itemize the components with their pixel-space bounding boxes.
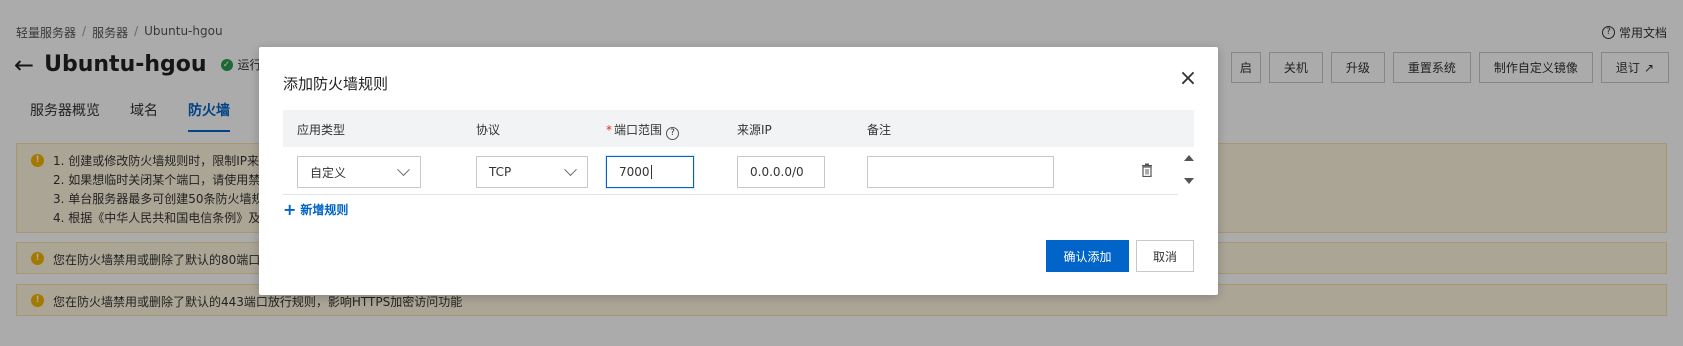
protocol-select[interactable]: TCP — [476, 156, 588, 188]
caret-up-icon[interactable] — [1184, 155, 1194, 161]
chevron-down-icon — [397, 162, 410, 176]
app-type-select[interactable]: 自定义 — [297, 156, 421, 188]
chevron-down-icon — [564, 162, 577, 176]
column-header-protocol: 协议 — [476, 123, 501, 137]
app-type-value: 自定义 — [310, 165, 347, 180]
close-icon[interactable]: × — [1178, 68, 1198, 90]
confirm-add-button[interactable]: 确认添加 — [1046, 240, 1129, 272]
cancel-button[interactable]: 取消 — [1136, 240, 1194, 272]
plus-icon: + — [283, 199, 297, 219]
add-rule-label: 新增规则 — [300, 203, 349, 217]
source-ip-value: 0.0.0.0/0 — [750, 165, 804, 179]
table-header: 应用类型 协议 * 端口范围? 来源IP 备注 — [283, 110, 1194, 147]
table-row: 自定义 TCP 7000 0.0.0.0/0 — [283, 147, 1178, 195]
column-header-port-range: * 端口范围? — [606, 121, 680, 140]
add-rule-link[interactable]: + 新增规则 — [283, 201, 348, 218]
row-scroll-control[interactable] — [1182, 147, 1196, 195]
required-marker: * — [606, 123, 612, 137]
dialog-title: 添加防火墙规则 — [283, 75, 389, 93]
protocol-value: TCP — [489, 165, 512, 179]
text-cursor — [650, 165, 652, 179]
port-range-value: 7000 — [619, 165, 650, 179]
port-range-label: 端口范围 — [614, 123, 663, 137]
rule-table: 应用类型 协议 * 端口范围? 来源IP 备注 自定义 TCP 7000 0.0.… — [283, 110, 1194, 195]
note-input[interactable] — [867, 156, 1054, 188]
column-header-note: 备注 — [867, 123, 892, 137]
source-ip-input[interactable]: 0.0.0.0/0 — [737, 156, 825, 188]
column-header-app-type: 应用类型 — [297, 123, 346, 137]
port-range-input[interactable]: 7000 — [606, 156, 694, 188]
help-icon[interactable]: ? — [666, 127, 680, 140]
caret-down-icon[interactable] — [1184, 178, 1194, 184]
column-header-source-ip: 来源IP — [737, 123, 772, 137]
add-firewall-rule-dialog: 添加防火墙规则 × 应用类型 协议 * 端口范围? 来源IP 备注 自定义 TCP… — [259, 47, 1218, 295]
trash-icon[interactable] — [1141, 163, 1153, 177]
